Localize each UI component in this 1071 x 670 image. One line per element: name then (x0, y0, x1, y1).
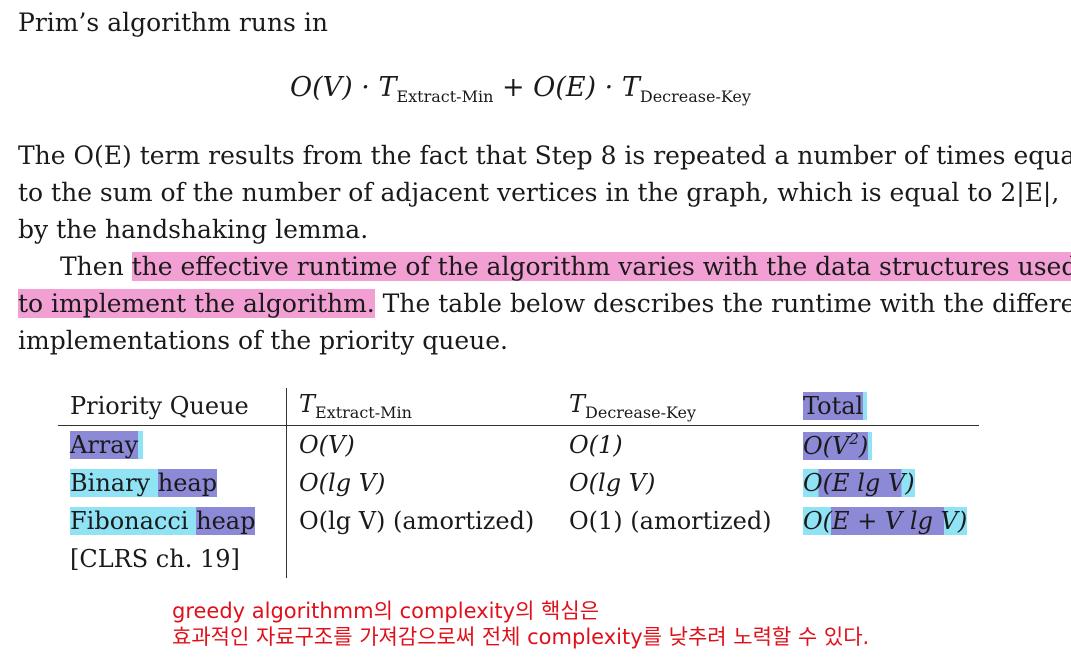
handwritten-annotation: greedy algorithmm의 complexity의 핵심은 효과적인 … (172, 598, 869, 650)
paragraph1-line3: by the handshaking lemma. (18, 215, 369, 244)
paragraph2-line2: to implement the algorithm. The table be… (18, 285, 1071, 322)
paragraph2-rest: The table below describes the runtime wi… (374, 289, 1071, 318)
formula-part2: + O(E) · T (493, 72, 640, 103)
cell-total: O(E lg V) (803, 469, 915, 497)
formula-part1: O(V) · T (290, 72, 397, 103)
cell-total: O(E + V lg V) (803, 507, 968, 535)
cell-extract: O(lg V) (299, 469, 386, 497)
annotation-line2: 효과적인 자료구조를 가져감으로써 전체 complexity를 낮추려 노력할… (172, 625, 870, 649)
paragraph2-line1: Then the effective runtime of the algori… (60, 248, 1071, 285)
formula-sub2: Decrease-Key (639, 87, 751, 106)
paragraph2-lead: Then (60, 252, 132, 281)
row-name-array: Array (58, 425, 287, 464)
formula-sub1: Extract-Min (396, 87, 494, 106)
table-header-row: Priority Queue TExtract-Min TDecrease-Ke… (58, 388, 980, 426)
cell-decrease: O(1) (569, 431, 623, 459)
cell-decrease: O(lg V) (569, 469, 656, 497)
header-total: Total (791, 388, 980, 426)
cell-decrease: O(1) (amortized) (569, 507, 772, 535)
table-row: Fibonacci heap O(lg V) (amortized) O(1) … (58, 502, 979, 540)
cell-extract: O(lg V) (amortized) (299, 507, 535, 535)
cell-total: O(V2) (803, 430, 869, 460)
row-name-fibonacci-heap: Fibonacci heap (58, 502, 287, 540)
table-row: Array O(V) O(1) O(V2) (58, 425, 979, 464)
row-name-binary-heap: Binary heap (58, 464, 287, 502)
annotation-line1: greedy algorithmm의 complexity의 핵심은 (172, 599, 600, 623)
header-priority-queue: Priority Queue (58, 388, 287, 426)
paragraph1-line2: to the sum of the number of adjacent ver… (18, 178, 1060, 207)
cell-extract: O(V) (299, 431, 355, 459)
runtime-table: Priority Queue TExtract-Min TDecrease-Ke… (58, 388, 980, 578)
paragraph1-line1: The O(E) term results from the fact that… (18, 141, 1071, 170)
highlight-runtime-varies: the effective runtime of the algorithm v… (131, 252, 1071, 281)
header-extract-min: TExtract-Min (286, 388, 557, 426)
table-footnote: [CLRS ch. 19] (58, 540, 287, 578)
intro-text: Prim’s algorithm runs in (18, 8, 328, 37)
paragraph2-line3: implementations of the priority queue. (18, 326, 508, 355)
highlight-implement: to implement the algorithm. (18, 289, 375, 318)
runtime-formula: O(V) · TExtract-Min + O(E) · TDecrease-K… (290, 72, 751, 106)
table-row: Binary heap O(lg V) O(lg V) O(E lg V) (58, 464, 979, 502)
table-row: [CLRS ch. 19] (58, 540, 979, 578)
header-decrease-key: TDecrease-Key (557, 388, 791, 426)
